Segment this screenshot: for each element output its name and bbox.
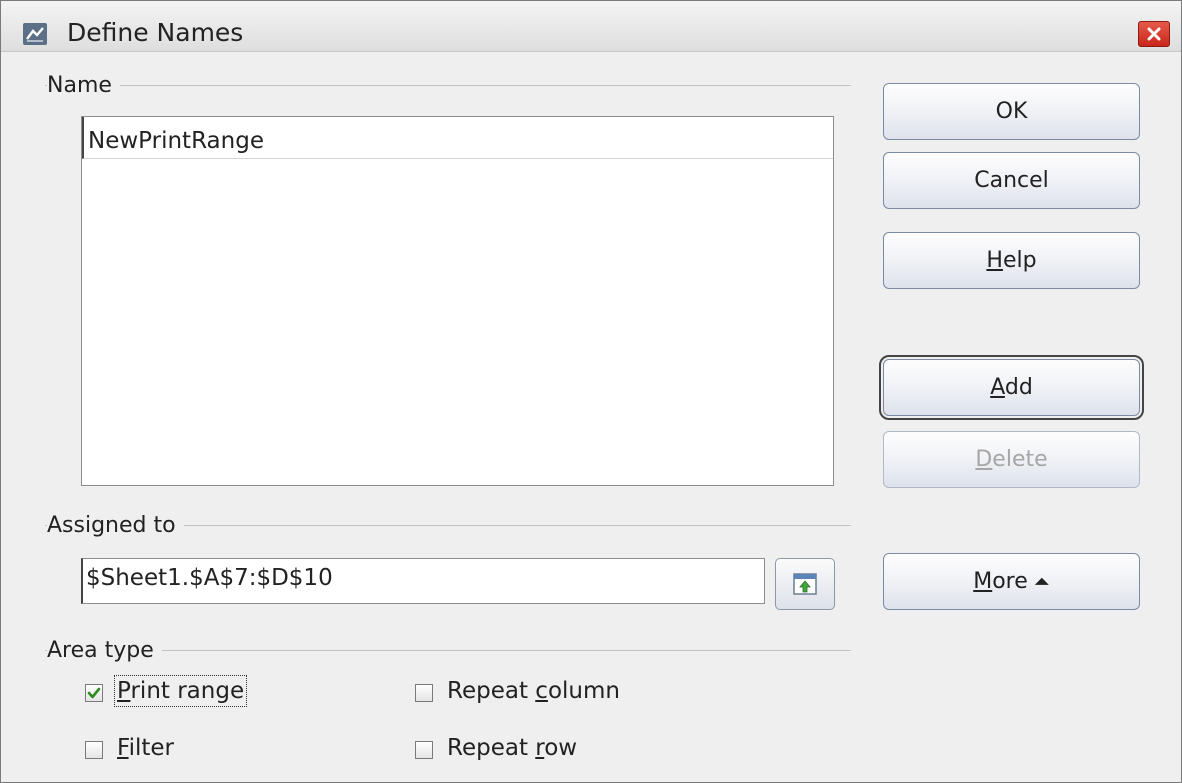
name-input[interactable] <box>82 117 833 159</box>
title-bar[interactable]: Define Names <box>1 1 1181 52</box>
filter-checkbox[interactable] <box>85 741 103 759</box>
name-list[interactable] <box>81 116 834 486</box>
help-button[interactable]: Help <box>883 232 1140 289</box>
repeat-column-checkbox[interactable] <box>415 684 433 702</box>
name-section-label: Name <box>47 73 120 98</box>
define-names-dialog: Define Names Name Assigned to Area type … <box>0 0 1182 783</box>
area-type-divider <box>45 650 851 651</box>
filter-label[interactable]: Filter <box>117 735 174 761</box>
delete-button: Delete <box>883 431 1140 488</box>
name-section-divider <box>45 85 851 86</box>
cancel-button[interactable]: Cancel <box>883 152 1140 209</box>
print-range-checkbox[interactable] <box>85 684 103 702</box>
close-button[interactable] <box>1138 21 1170 47</box>
repeat-row-checkbox[interactable] <box>415 741 433 759</box>
double-chevron-up-icon: ⏶ <box>1033 569 1050 593</box>
checkmark-icon <box>87 687 101 699</box>
calc-app-icon <box>23 23 47 45</box>
assigned-section-label: Assigned to <box>47 513 184 538</box>
repeat-row-label[interactable]: Repeat row <box>447 735 577 761</box>
assigned-to-input[interactable] <box>81 558 765 604</box>
add-button[interactable]: Add <box>879 355 1144 420</box>
area-type-label: Area type <box>47 638 162 663</box>
window-title: Define Names <box>67 18 244 47</box>
ok-button[interactable]: OK <box>883 83 1140 140</box>
more-button[interactable]: More ⏶ <box>883 553 1140 610</box>
repeat-column-label[interactable]: Repeat column <box>447 678 620 704</box>
close-icon <box>1147 27 1161 41</box>
print-range-label[interactable]: Print range <box>113 675 248 707</box>
shrink-dialog-icon <box>793 573 817 595</box>
shrink-button[interactable] <box>775 558 835 610</box>
